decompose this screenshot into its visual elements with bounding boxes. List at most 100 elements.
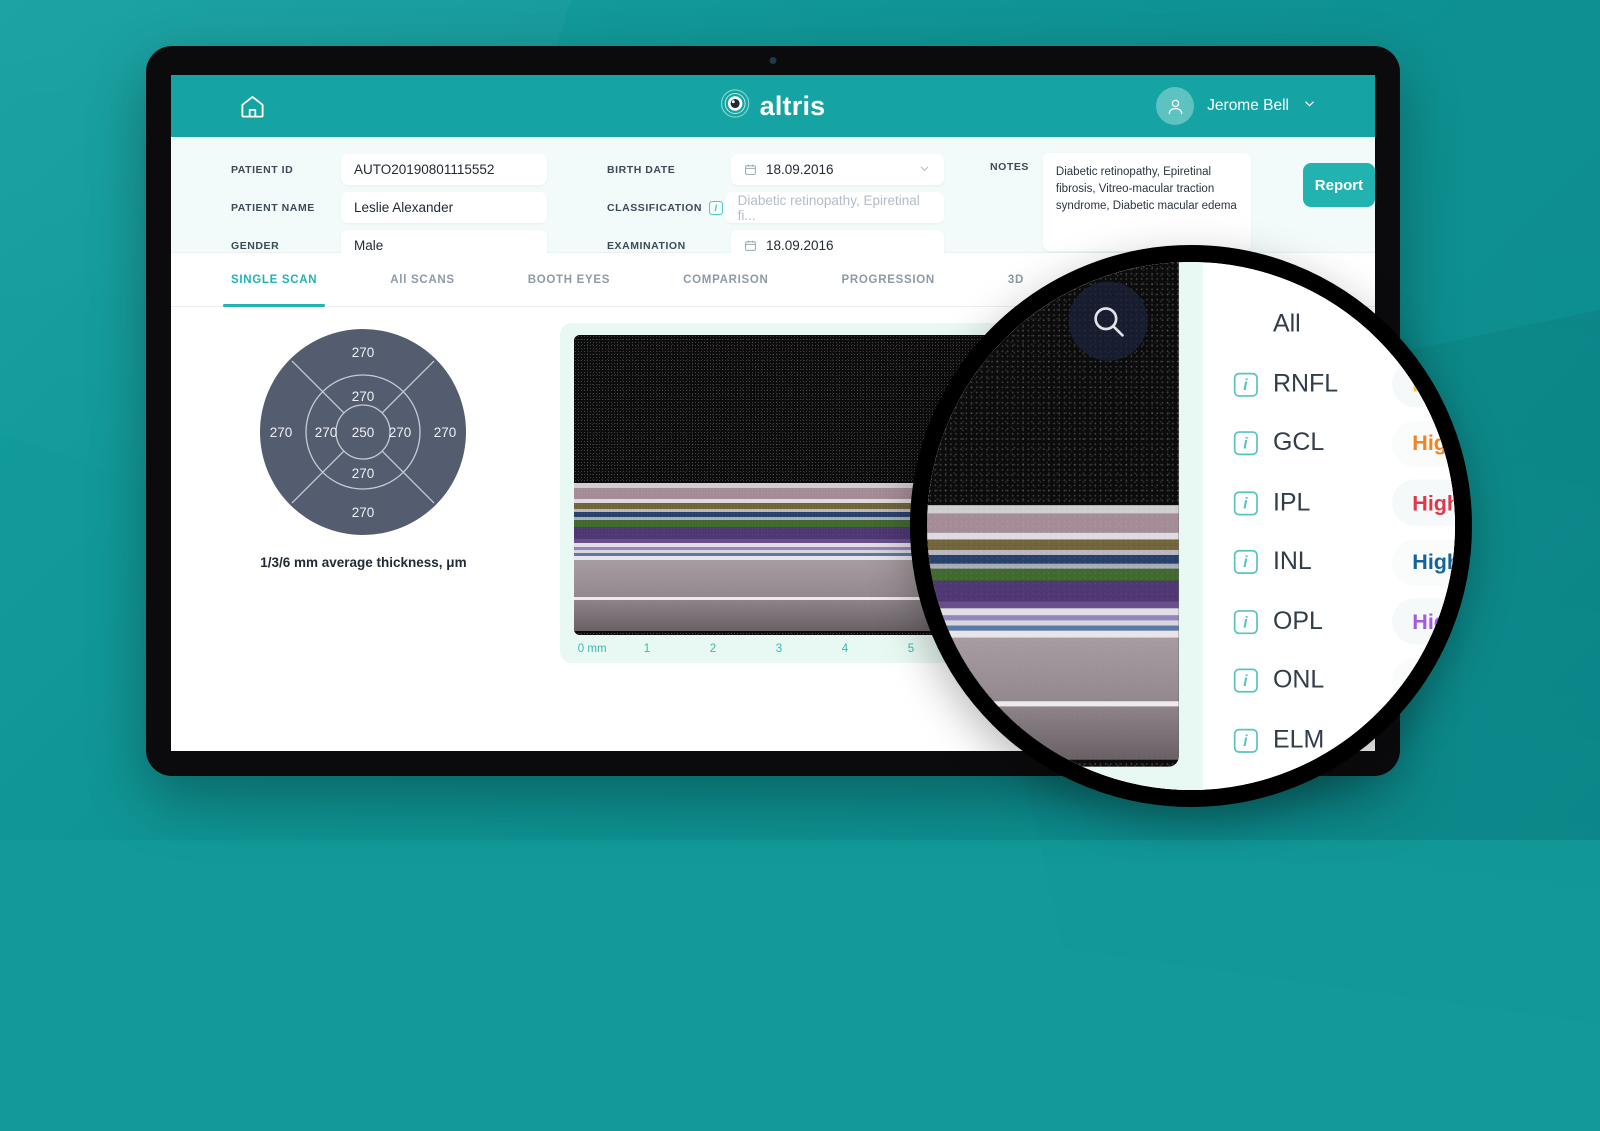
- patient-id-field[interactable]: AUTO20190801115552: [341, 154, 547, 185]
- info-icon[interactable]: i: [709, 201, 723, 215]
- examination-value: 18.09.2016: [766, 238, 834, 253]
- highlight-label: Highlight: [1412, 551, 1455, 575]
- chevron-down-icon[interactable]: [1302, 96, 1317, 116]
- highlight-toggle-gcl[interactable]: Highlight: [1392, 421, 1455, 467]
- app-header: altris Jerome Bell: [171, 75, 1375, 137]
- ruler-tick: 7: [1079, 780, 1090, 790]
- oct-scan-column: 0 mm1234567: [927, 262, 1216, 790]
- ruler-tick: 3: [776, 643, 782, 655]
- birth-date-row: BIRTH DATE 18.09.2016: [607, 153, 944, 186]
- magnifier-icon[interactable]: [1068, 282, 1147, 361]
- layer-label: OPL: [1273, 608, 1323, 636]
- etdrs-inner-top: 270: [352, 389, 375, 404]
- layer-label: GCL: [1273, 430, 1324, 458]
- highlight-label: Highlight: [1412, 491, 1455, 515]
- layer-row: i ONL Highlight: [1216, 652, 1455, 711]
- notes-label: NOTES: [990, 153, 1029, 173]
- ruler-tick: 1: [644, 643, 650, 655]
- notes-textarea[interactable]: Diabetic retinopathy, Epiretinal fibrosi…: [1043, 153, 1251, 251]
- examination-label: EXAMINATION: [607, 240, 731, 252]
- highlight-toggle-onl[interactable]: Highlight: [1392, 658, 1455, 704]
- tablet-camera-dot: [770, 57, 777, 64]
- main-content: 270 270 250 270 270 270 270 270 270 1/3/…: [927, 262, 1455, 790]
- info-icon[interactable]: i: [1233, 551, 1257, 575]
- layer-name-mz: iMZ: [1233, 786, 1391, 790]
- layer-name-opl: i OPL: [1233, 608, 1391, 636]
- etdrs-outer-left: 270: [270, 425, 293, 440]
- info-icon[interactable]: i: [1233, 788, 1257, 790]
- info-icon[interactable]: i: [1233, 610, 1257, 634]
- tab-single-scan[interactable]: SINGLE SCAN: [231, 253, 317, 307]
- layer-row: AllHighlight: [1216, 296, 1455, 355]
- chevron-down-icon[interactable]: [918, 162, 931, 178]
- layers-panel-headings: GLAUCOMA RISK ANALYSIS CLASSIFICATION: [1216, 262, 1455, 296]
- ruler-tick: 2: [710, 643, 716, 655]
- patient-middle-column: BIRTH DATE 18.09.2016 CLASSIFICATION: [547, 153, 944, 267]
- tab-booth-eyes[interactable]: BOOTH EYES: [528, 253, 610, 307]
- magnifier-lens-overlay: altris Jerome Bell PATIENT ID: [910, 245, 1472, 807]
- classification-field[interactable]: Diabetic retinopathy, Epiretinal fi...: [725, 192, 944, 223]
- layer-label: ONL: [1273, 668, 1324, 696]
- user-menu[interactable]: Jerome Bell: [1156, 87, 1317, 125]
- tab-all-scans[interactable]: All SCANS: [390, 253, 454, 307]
- layer-label: IPL: [1273, 490, 1310, 518]
- brand-logo: altris: [721, 89, 826, 123]
- etdrs-inner-bottom: 270: [352, 466, 375, 481]
- patient-id-row: PATIENT ID AUTO20190801115552: [231, 153, 547, 186]
- layer-name-rnfl: iRNFL: [1233, 371, 1391, 399]
- layer-row: iMZ Highlight: [1216, 770, 1455, 790]
- birth-date-field[interactable]: 18.09.2016: [731, 154, 944, 185]
- report-button[interactable]: Report: [1303, 163, 1375, 207]
- info-icon[interactable]: i: [1233, 432, 1257, 456]
- classification-row: CLASSIFICATION i Diabetic retinopathy, E…: [607, 191, 944, 224]
- etdrs-outer-top: 270: [352, 345, 375, 360]
- highlight-toggle-all[interactable]: Highlight: [1392, 302, 1455, 348]
- home-icon[interactable]: [239, 93, 266, 120]
- info-icon[interactable]: i: [1233, 373, 1257, 397]
- classification-label-wrap: CLASSIFICATION i: [607, 201, 725, 215]
- etdrs-caption: 1/3/6 mm average thickness, μm: [260, 555, 466, 570]
- ruler-tick: 4: [842, 643, 848, 655]
- highlight-toggle-elm[interactable]: Highlight: [1392, 717, 1455, 763]
- highlight-toggle-opl[interactable]: Highlight: [1392, 599, 1455, 645]
- highlight-toggle-ipl[interactable]: Highlight: [1392, 480, 1455, 526]
- magnifier-lens-clip: altris Jerome Bell PATIENT ID: [927, 262, 1455, 790]
- info-icon[interactable]: i: [1233, 491, 1257, 515]
- info-icon[interactable]: i: [1233, 729, 1257, 753]
- layer-name-all: All: [1233, 312, 1391, 340]
- highlight-label: Highlight: [1412, 788, 1455, 790]
- highlight-label: Highlight: [1412, 373, 1455, 397]
- notes-column: NOTES Diabetic retinopathy, Epiretinal f…: [944, 153, 1251, 251]
- layer-label: INL: [1273, 549, 1312, 577]
- layer-row: i GCL Highlight: [1216, 414, 1455, 473]
- layer-name-gcl: i GCL: [1233, 430, 1391, 458]
- patient-name-field[interactable]: Leslie Alexander: [341, 192, 547, 223]
- layer-name-elm: iELM: [1233, 727, 1391, 755]
- tab-comparison[interactable]: COMPARISON: [683, 253, 768, 307]
- ruler-tick: 0 mm: [578, 643, 607, 655]
- thickness-map-column: 270 270 250 270 270 270 270 270 270 1/3/…: [171, 307, 556, 751]
- oct-scan-ruler: 0 mm1234567: [927, 767, 1178, 790]
- highlight-label: Highlight: [1412, 610, 1455, 634]
- eye-logo-icon: [721, 89, 750, 123]
- info-icon[interactable]: i: [1233, 669, 1257, 693]
- oct-scan-image[interactable]: [927, 262, 1178, 767]
- ruler-tick: 6: [965, 780, 976, 790]
- patient-name-label: PATIENT NAME: [231, 202, 341, 214]
- ruler-tick: 5: [908, 643, 914, 655]
- highlight-toggle-rnfl[interactable]: Highlight: [1392, 361, 1455, 407]
- layer-row: iELMHighlight: [1216, 711, 1455, 770]
- patient-id-label: PATIENT ID: [231, 164, 341, 176]
- layer-name-ipl: i IPL: [1233, 490, 1391, 518]
- layer-row: iRNFL Highlight: [1216, 355, 1455, 414]
- gender-value: Male: [354, 238, 383, 253]
- highlight-toggle-inl[interactable]: Highlight: [1392, 539, 1455, 585]
- patient-name-value: Leslie Alexander: [354, 200, 453, 215]
- patient-name-row: PATIENT NAME Leslie Alexander: [231, 191, 547, 224]
- tab-progression[interactable]: PROGRESSION: [842, 253, 935, 307]
- classification-placeholder: Diabetic retinopathy, Epiretinal fi...: [738, 193, 931, 223]
- etdrs-grid[interactable]: 270 270 250 270 270 270 270 270 270: [256, 325, 470, 539]
- layer-row-list: AllHighlightiRNFLHighlightiGCLHighlighti…: [1216, 296, 1455, 790]
- layer-row: i INL Highlight: [1216, 533, 1455, 592]
- highlight-toggle-mz[interactable]: Highlight: [1392, 777, 1455, 790]
